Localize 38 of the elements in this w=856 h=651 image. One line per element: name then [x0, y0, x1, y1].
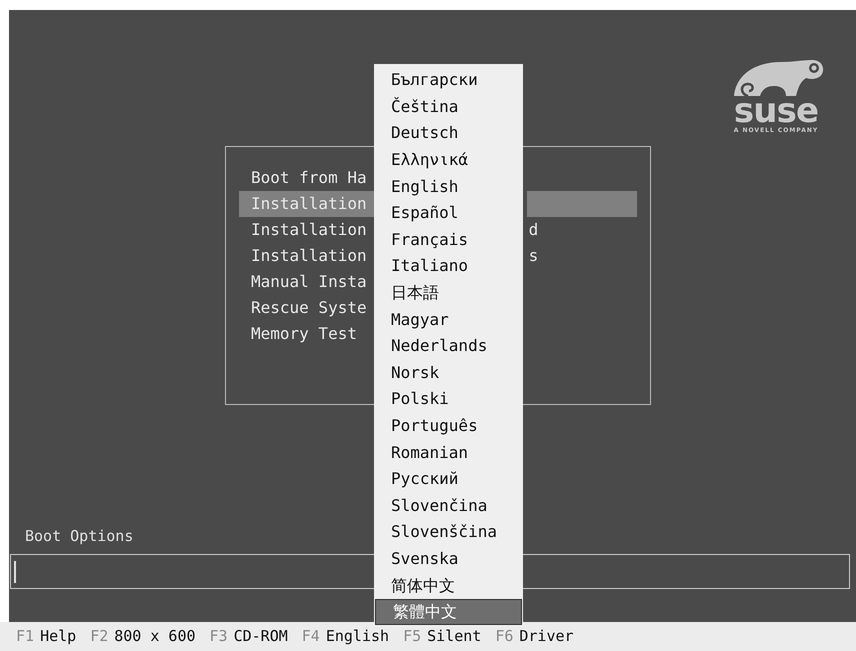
- language-option[interactable]: Български: [374, 67, 523, 94]
- language-option[interactable]: Português: [374, 412, 523, 440]
- language-option[interactable]: Ελληνικά: [374, 146, 523, 174]
- language-option[interactable]: Español: [374, 200, 523, 227]
- language-option[interactable]: Nederlands: [374, 332, 523, 360]
- boot-menu-item[interactable]: Rescue Syste: [239, 295, 375, 321]
- language-option[interactable]: Polski: [374, 386, 523, 413]
- language-option[interactable]: 简体中文: [374, 572, 523, 599]
- boot-menu-item[interactable]: Memory Test: [239, 321, 375, 347]
- language-option[interactable]: Italiano: [374, 253, 523, 280]
- language-option[interactable]: 日本語: [374, 280, 523, 306]
- boot-menu-item[interactable]: Boot from Ha: [239, 165, 375, 191]
- boot-options-label: Boot Options: [25, 526, 134, 547]
- language-option[interactable]: Magyar: [374, 306, 523, 333]
- boot-menu-item-ending[interactable]: s: [526, 243, 637, 269]
- language-option[interactable]: Slovenščina: [374, 519, 523, 546]
- language-option[interactable]: Русский: [374, 466, 523, 492]
- logo-wordmark: suse: [734, 96, 818, 126]
- language-option[interactable]: Français: [374, 226, 523, 254]
- function-key[interactable]: F1 Help: [16, 625, 76, 648]
- language-option[interactable]: 繁體中文: [375, 598, 522, 626]
- function-key[interactable]: F3 CD-ROM: [210, 625, 288, 648]
- text-cursor: [14, 560, 16, 582]
- language-option[interactable]: Deutsch: [374, 120, 523, 147]
- boot-menu-item[interactable]: Installation: [239, 243, 374, 269]
- function-key[interactable]: F6 Driver: [495, 625, 574, 648]
- boot-menu-item[interactable]: Installation: [239, 217, 374, 243]
- language-option[interactable]: Svenska: [374, 546, 523, 572]
- function-key[interactable]: F5 Silent: [403, 625, 482, 648]
- language-option[interactable]: Romanian: [374, 439, 523, 466]
- function-key[interactable]: F2 800 x 600: [90, 625, 196, 648]
- language-option[interactable]: Čeština: [374, 94, 523, 120]
- boot-menu-item-ending[interactable]: d: [526, 217, 637, 243]
- language-option[interactable]: Slovenčina: [374, 492, 523, 520]
- language-option[interactable]: Norsk: [374, 360, 523, 386]
- language-option[interactable]: English: [374, 173, 523, 200]
- function-key[interactable]: F4 English: [302, 625, 390, 648]
- boot-menu-item[interactable]: Manual Insta: [239, 269, 375, 295]
